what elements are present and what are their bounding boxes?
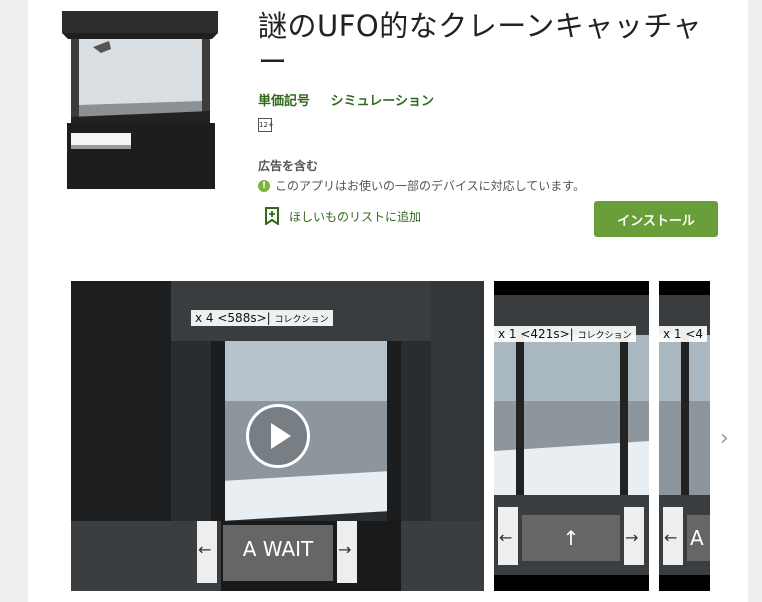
screenshot-button-label: A WAIT (242, 537, 314, 561)
hud-text: x 4 <588s>| (195, 311, 271, 325)
chevron-right-icon[interactable]: › (720, 426, 729, 451)
left-arrow-label: ← (198, 540, 212, 559)
hud-bar: x 4 <588s>| コレクション (191, 310, 333, 326)
hud-suffix: コレクション (577, 331, 632, 341)
app-title: 謎のUFO的なクレーンキャッチャー (258, 9, 702, 79)
hud-bar: x 1 <421s>| コレクション (494, 326, 636, 342)
developer-row: 単価記号 シミュレーション (258, 90, 450, 109)
content-rating-badge: 12+ (258, 118, 274, 132)
screenshot-video[interactable]: x 4 <588s>| コレクション A WAIT ← → (71, 281, 484, 591)
compatibility-text: このアプリはお使いの一部のデバイスに対応しています。 (275, 179, 586, 193)
bookmark-add-icon (265, 207, 279, 225)
ads-label: 広告を含む (258, 159, 319, 173)
screenshot-button-label: ↑ (562, 526, 580, 550)
screenshot-button-label: A (690, 526, 704, 550)
screenshot-carousel: x 4 <588s>| コレクション A WAIT ← → x 1 <421s>… (71, 281, 710, 591)
play-icon (271, 423, 291, 449)
hud-bar: x 1 <4 (659, 326, 708, 342)
left-arrow-label: ← (499, 528, 513, 547)
right-arrow-label: → (625, 528, 639, 547)
category-link[interactable]: シミュレーション (331, 94, 434, 109)
screenshot-3[interactable]: x 1 <4 A ← (659, 281, 710, 591)
app-icon (57, 5, 225, 191)
wishlist-button[interactable]: ほしいものリストに追加 (264, 207, 421, 225)
compatibility-notice: ! このアプリはお使いの一部のデバイスに対応しています。 (258, 177, 585, 194)
wishlist-label: ほしいものリストに追加 (289, 209, 422, 224)
hud-suffix: コレクション (274, 315, 329, 325)
left-arrow-label: ← (664, 528, 678, 547)
info-icon: ! (258, 179, 270, 192)
hud-text: x 1 <421s>| (498, 327, 574, 341)
developer-link[interactable]: 単価記号 (258, 94, 310, 109)
play-button[interactable] (246, 404, 310, 468)
right-arrow-label: → (338, 540, 352, 559)
screenshot-2[interactable]: x 1 <421s>| コレクション ↑ ← → (494, 281, 649, 591)
install-button[interactable]: インストール (594, 201, 718, 237)
hud-text: x 1 <4 (663, 327, 704, 341)
